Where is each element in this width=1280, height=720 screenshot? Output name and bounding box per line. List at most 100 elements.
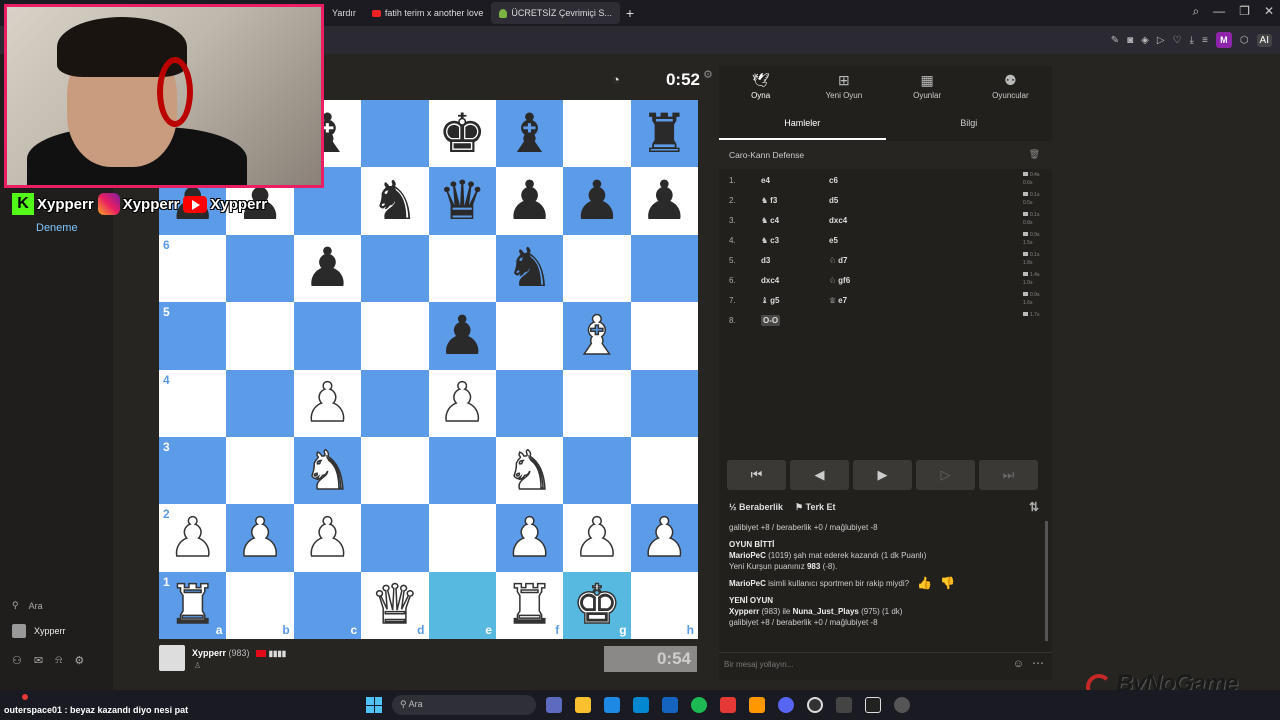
white-knight-icon[interactable]: ♞ [302,442,352,498]
white-pawn-icon[interactable]: ♟ [302,510,352,566]
square-h6[interactable] [630,234,698,303]
black-knight-icon[interactable]: ♞ [371,174,419,228]
bell-icon[interactable]: ⍾ [55,654,62,667]
square-h5[interactable] [630,302,698,370]
draw-button[interactable]: ½ Beraberlik [729,502,783,513]
store-icon[interactable] [633,697,649,713]
square-a4[interactable]: 4 [159,369,227,437]
square-b4[interactable] [226,369,294,437]
chat-player[interactable]: Xypperr [729,607,759,616]
square-g2[interactable]: ♟ [563,504,631,572]
deneme-link[interactable]: Deneme [36,222,78,234]
tab-players[interactable]: ⚉ Oyuncular [969,66,1052,106]
square-e8[interactable]: ♚ [428,100,496,168]
square-b5[interactable] [226,302,294,370]
square-a1[interactable]: ♜ 1 a [159,571,227,639]
heart-icon[interactable]: ♡ [1173,35,1182,46]
chat-player[interactable]: MarioPeC [729,551,766,560]
square-g7[interactable]: ♟ [563,167,631,235]
browser-tab-3[interactable]: ÜCRETSİZ Çevrimiçi S... [491,2,620,24]
white-rook-icon[interactable]: ♜ [168,577,218,633]
profile-avatar[interactable]: M [1215,32,1232,48]
windows-start-icon[interactable] [366,697,382,713]
square-g5[interactable]: ♝ [563,302,631,370]
square-g6[interactable] [563,234,631,303]
more-icon[interactable]: ⋯ [1032,656,1044,670]
white-pawn-icon[interactable]: ♟ [168,510,218,566]
app-icon-2[interactable] [865,697,881,713]
square-a6[interactable]: 6 [159,234,227,303]
square-e5[interactable]: ♟ [428,302,496,370]
square-c5[interactable] [293,302,362,370]
white-pawn-icon[interactable]: ♟ [235,510,285,566]
square-f6[interactable]: ♞ [495,234,564,303]
white-move[interactable]: ♞ c3 [747,236,815,245]
play-icon[interactable]: ▷ [1157,35,1165,46]
thumbs-up-icon[interactable]: 👍 [917,577,932,589]
square-h7[interactable]: ♟ [630,167,698,235]
square-h1[interactable]: h [630,571,698,639]
square-h3[interactable] [630,436,698,505]
square-g4[interactable] [563,369,631,437]
black-rook-icon[interactable]: ♜ [640,106,688,161]
taskbar-search[interactable]: ⚲ Ara [392,695,536,715]
square-f5[interactable] [495,302,564,370]
sidebar-search[interactable]: ⚲ Ara [12,600,43,611]
app-icon[interactable] [749,697,765,713]
square-f2[interactable]: ♟ [495,504,564,572]
square-d7[interactable]: ♞ [361,167,429,235]
square-a5[interactable]: 5 [159,302,227,370]
white-pawn-icon[interactable]: ♟ [437,375,487,431]
opera-icon[interactable] [720,697,736,713]
white-pawn-icon[interactable]: ♟ [639,510,689,566]
white-move[interactable]: ♝ g5 [747,296,815,305]
square-d1[interactable]: ♛ d [361,571,429,639]
outlook-icon[interactable] [662,697,678,713]
first-move-button[interactable]: ⏮ [727,460,786,490]
next-move-button[interactable]: ▶ [853,460,912,490]
white-move[interactable]: dxc4 [747,276,815,285]
browser-tab-2[interactable]: fatih terim x another love [364,2,492,24]
chat-player[interactable]: MarioPeC [729,579,766,588]
square-f7[interactable]: ♟ [495,167,564,235]
white-move[interactable]: e4 [747,176,815,185]
black-knight-icon[interactable]: ♞ [505,241,553,295]
spotify-icon[interactable] [691,697,707,713]
shield-icon[interactable]: ◈ [1141,35,1149,46]
square-b1[interactable]: b [226,571,294,639]
tab-new-game[interactable]: ⊞ Yeni Oyun [802,66,885,106]
square-d8[interactable] [361,100,429,168]
media-player-icon[interactable] [894,697,910,713]
emoji-icon[interactable]: ☺ [1013,658,1024,670]
square-f1[interactable]: ♜ f [495,571,564,639]
square-c3[interactable]: ♞ [293,436,362,505]
browser-tab-1[interactable]: Yardır [324,2,364,24]
extension-icon[interactable]: ⬡ [1240,35,1249,46]
tab-games[interactable]: ▦ Oyunlar [886,66,969,106]
gear-icon[interactable]: ⚙ [74,654,84,667]
black-move[interactable]: e5 [815,236,965,245]
white-pawn-icon[interactable]: ♟ [302,375,352,431]
camera-icon[interactable]: ◙ [1127,35,1133,46]
tab-info[interactable]: Bilgi [886,106,1053,140]
tab-moves[interactable]: Hamleler [719,106,886,140]
square-d5[interactable] [361,302,429,370]
square-c4[interactable]: ♟ [293,369,362,437]
square-e3[interactable] [428,436,496,505]
task-view-icon[interactable] [546,697,562,713]
chat-input[interactable]: Bir mesaj yollayın... ☺ ⋯ [719,652,1052,676]
edit-icon[interactable]: ✎ [1111,35,1119,46]
white-move[interactable]: O-O [747,314,815,326]
menu-icon[interactable]: ≡ [1202,35,1208,46]
close-icon[interactable]: ✕ [1264,4,1274,19]
file-explorer-icon[interactable] [575,697,591,713]
black-bishop-icon[interactable]: ♝ [505,106,553,161]
square-f8[interactable]: ♝ [495,100,564,168]
black-king-icon[interactable]: ♚ [438,106,486,161]
white-pawn-icon[interactable]: ♟ [505,510,555,566]
thumbs-down-icon[interactable]: 👎 [940,577,955,589]
square-b3[interactable] [226,436,294,505]
discord-icon[interactable] [778,697,794,713]
ai-button[interactable]: AI [1256,33,1272,47]
white-bishop-icon[interactable]: ♝ [572,308,622,364]
